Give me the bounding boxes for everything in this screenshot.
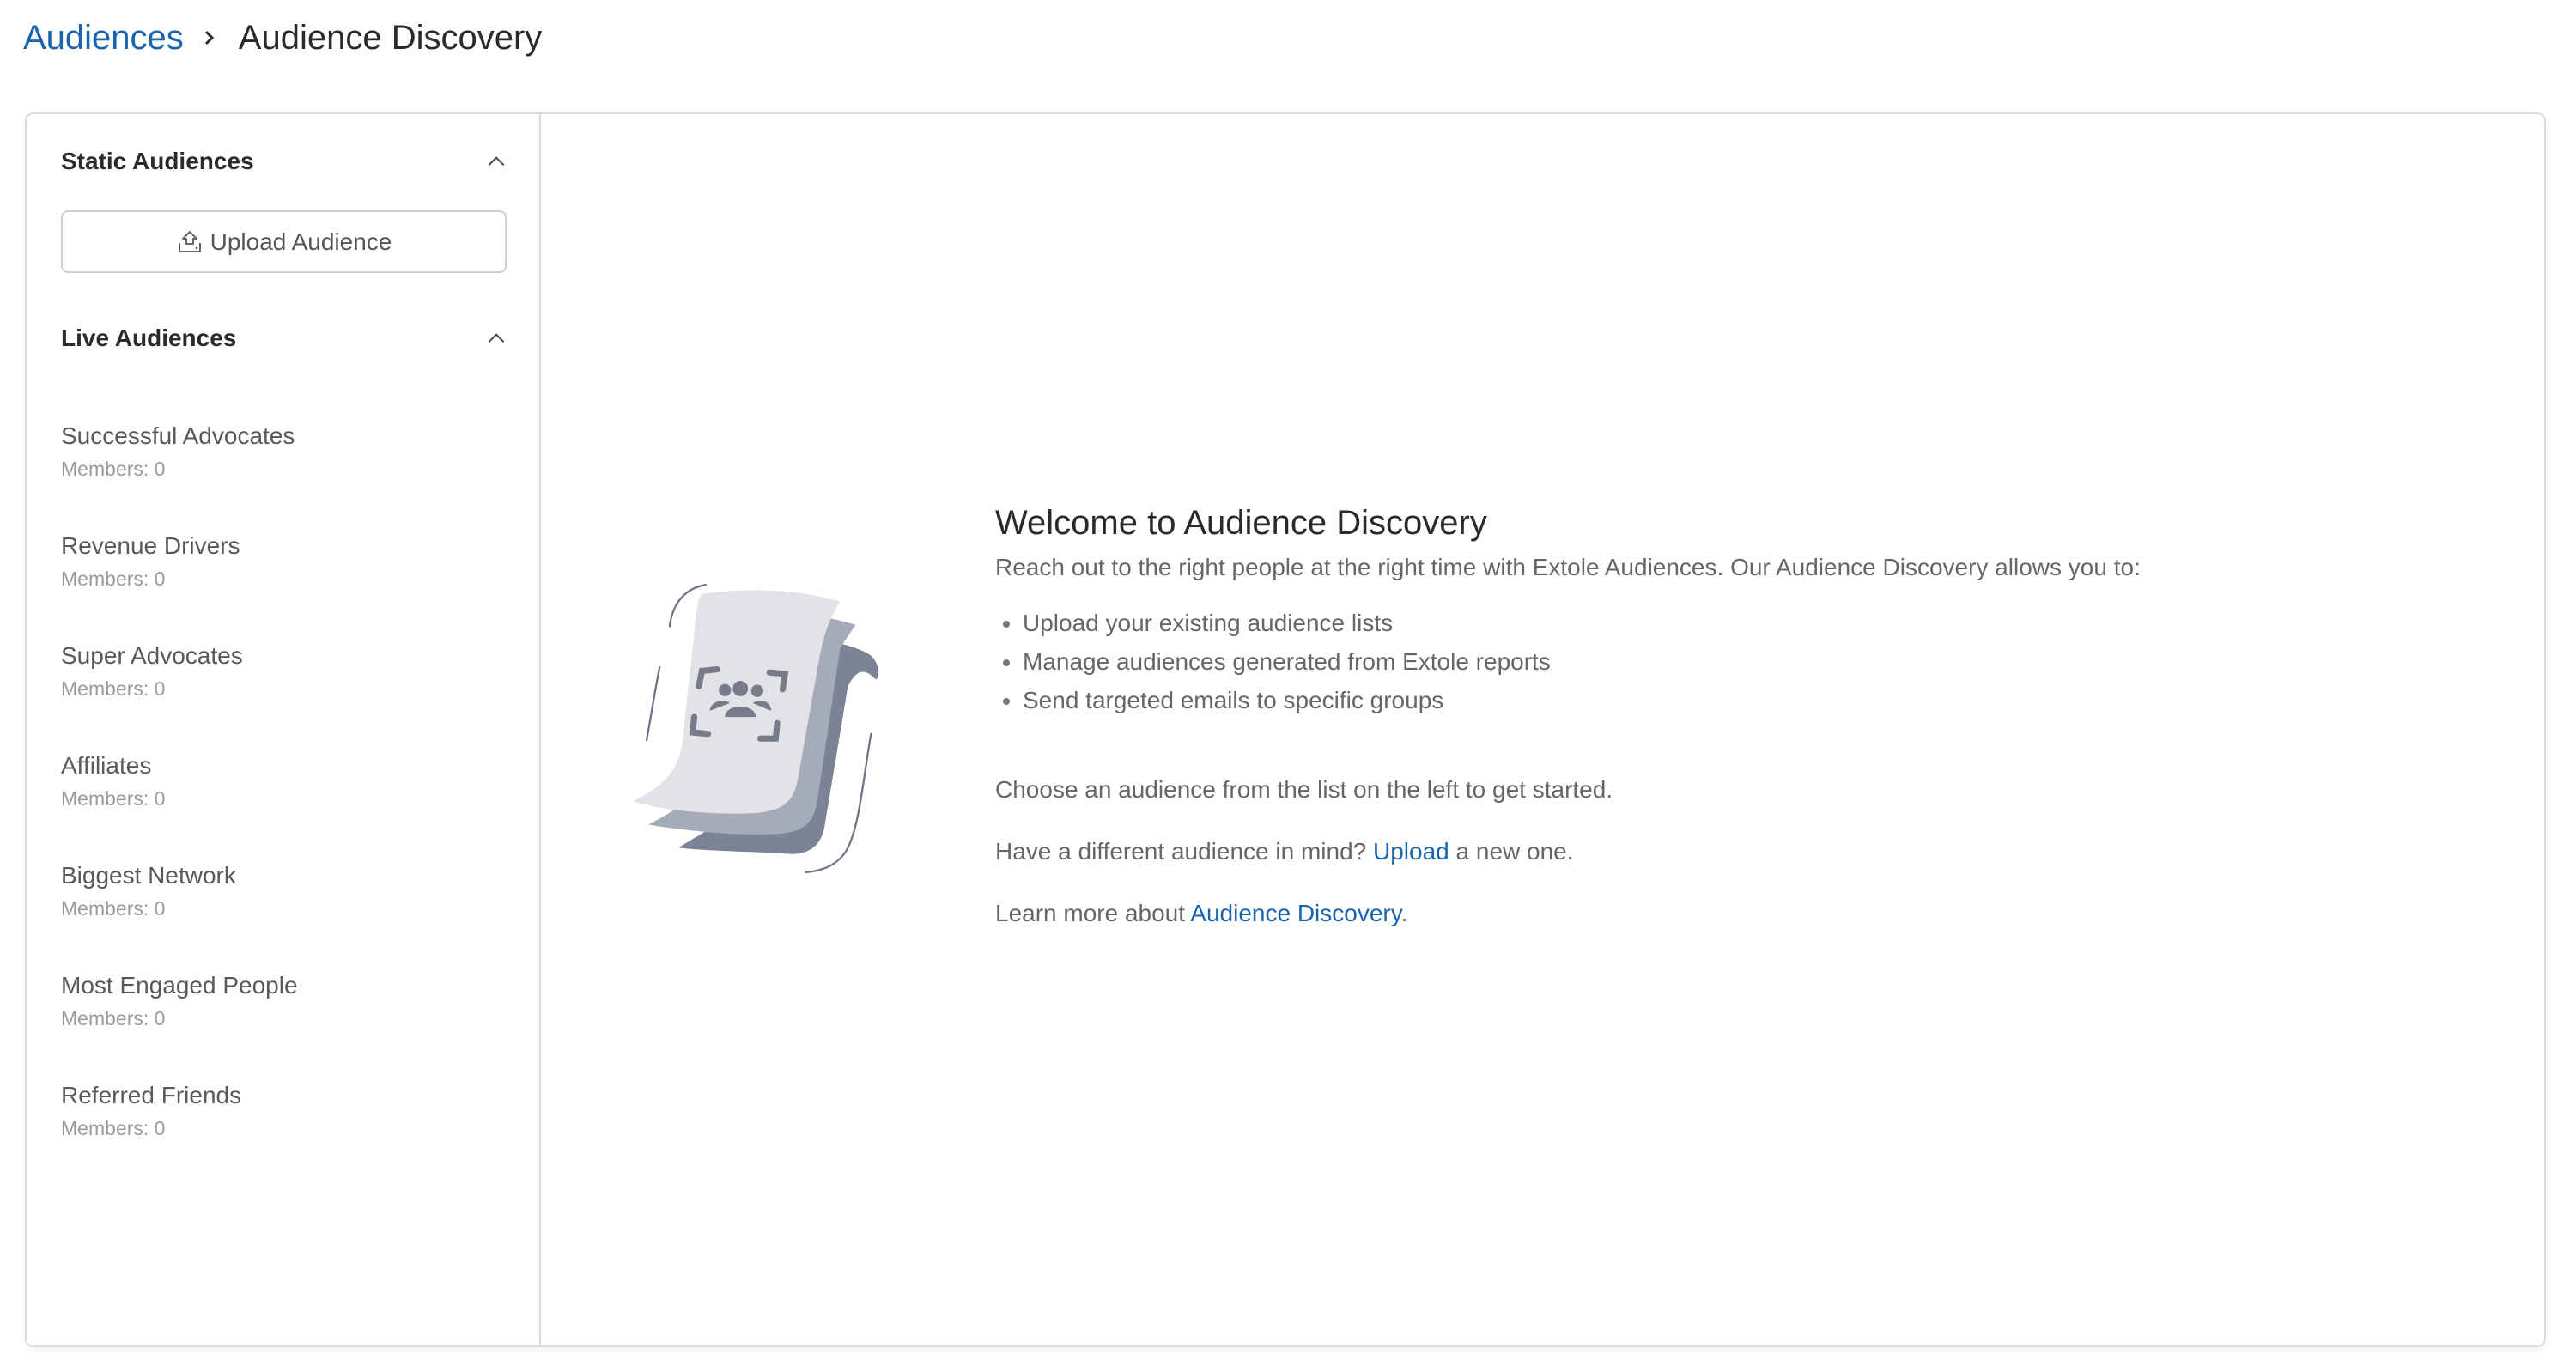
- upload-prompt-prefix: Have a different audience in mind?: [995, 838, 1373, 865]
- audience-item-most-engaged-people[interactable]: Most Engaged People Members: 0: [61, 966, 507, 1076]
- feature-item: Manage audiences generated from Extole r…: [1023, 642, 2455, 681]
- audience-name: Affiliates: [61, 752, 152, 779]
- upload-prompt: Have a different audience in mind? Uploa…: [995, 835, 2455, 869]
- breadcrumb-current: Audience Discovery: [238, 18, 543, 57]
- audience-name: Referred Friends: [61, 1082, 242, 1108]
- live-audience-list: Successful Advocates Members: 0 Revenue …: [61, 416, 507, 1186]
- live-audiences-header[interactable]: Live Audiences: [61, 317, 507, 360]
- upload-icon: [178, 230, 201, 252]
- audience-name: Revenue Drivers: [61, 532, 240, 559]
- welcome-title: Welcome to Audience Discovery: [995, 504, 1487, 542]
- audience-discovery-link[interactable]: Audience Discovery: [1190, 900, 1400, 926]
- feature-item: Send targeted emails to specific groups: [1023, 681, 2455, 719]
- audience-name: Successful Advocates: [61, 422, 295, 449]
- static-audiences-header[interactable]: Static Audiences: [61, 140, 507, 183]
- audience-item-revenue-drivers[interactable]: Revenue Drivers Members: 0: [61, 526, 507, 636]
- learn-more-prefix: Learn more about: [995, 900, 1191, 926]
- static-audiences-title: Static Audiences: [61, 148, 254, 174]
- audience-members: Members: 0: [61, 458, 166, 480]
- audience-item-super-advocates[interactable]: Super Advocates Members: 0: [61, 636, 507, 746]
- choose-audience-text: Choose an audience from the list on the …: [995, 776, 1613, 803]
- upload-audience-label: Upload Audience: [210, 228, 392, 255]
- upload-audience-button[interactable]: Upload Audience: [61, 210, 507, 273]
- chevron-up-icon[interactable]: [485, 327, 507, 349]
- audience-name: Most Engaged People: [61, 972, 298, 999]
- upload-link[interactable]: Upload: [1373, 838, 1449, 865]
- audience-item-successful-advocates[interactable]: Successful Advocates Members: 0: [61, 416, 507, 526]
- audience-item-referred-friends[interactable]: Referred Friends Members: 0: [61, 1076, 507, 1186]
- audience-documents-illustration: [632, 584, 879, 874]
- audience-members: Members: 0: [61, 897, 166, 920]
- welcome-intro: Reach out to the right people at the rig…: [995, 554, 2141, 580]
- audience-item-biggest-network[interactable]: Biggest Network Members: 0: [61, 856, 507, 966]
- audience-item-affiliates[interactable]: Affiliates Members: 0: [61, 746, 507, 856]
- audience-name: Super Advocates: [61, 642, 243, 669]
- feature-list: Upload your existing audience lists Mana…: [995, 604, 2455, 719]
- audience-name: Biggest Network: [61, 862, 236, 889]
- breadcrumb-audiences-link[interactable]: Audiences: [23, 19, 184, 58]
- audience-members: Members: 0: [61, 1007, 166, 1029]
- audience-members: Members: 0: [61, 1117, 166, 1139]
- breadcrumb: Audiences Audience Discovery: [23, 14, 542, 62]
- audience-discovery-card: Static Audiences Upload Audience Live Au…: [25, 112, 2546, 1347]
- learn-more-text: Learn more about Audience Discovery.: [995, 896, 2455, 931]
- upload-prompt-suffix: a new one.: [1449, 838, 1574, 865]
- live-audiences-title: Live Audiences: [61, 325, 237, 351]
- audience-members: Members: 0: [61, 568, 166, 590]
- welcome-panel: Welcome to Audience Discovery Reach out …: [995, 499, 2455, 931]
- feature-item: Upload your existing audience lists: [1023, 604, 2455, 642]
- learn-more-suffix: .: [1400, 900, 1408, 926]
- chevron-right-icon: [204, 30, 214, 46]
- motion-line: [645, 665, 661, 742]
- chevron-up-icon[interactable]: [485, 150, 507, 173]
- audience-sidebar: Static Audiences Upload Audience Live Au…: [27, 114, 541, 1345]
- audience-members: Members: 0: [61, 677, 166, 700]
- audience-members: Members: 0: [61, 787, 166, 810]
